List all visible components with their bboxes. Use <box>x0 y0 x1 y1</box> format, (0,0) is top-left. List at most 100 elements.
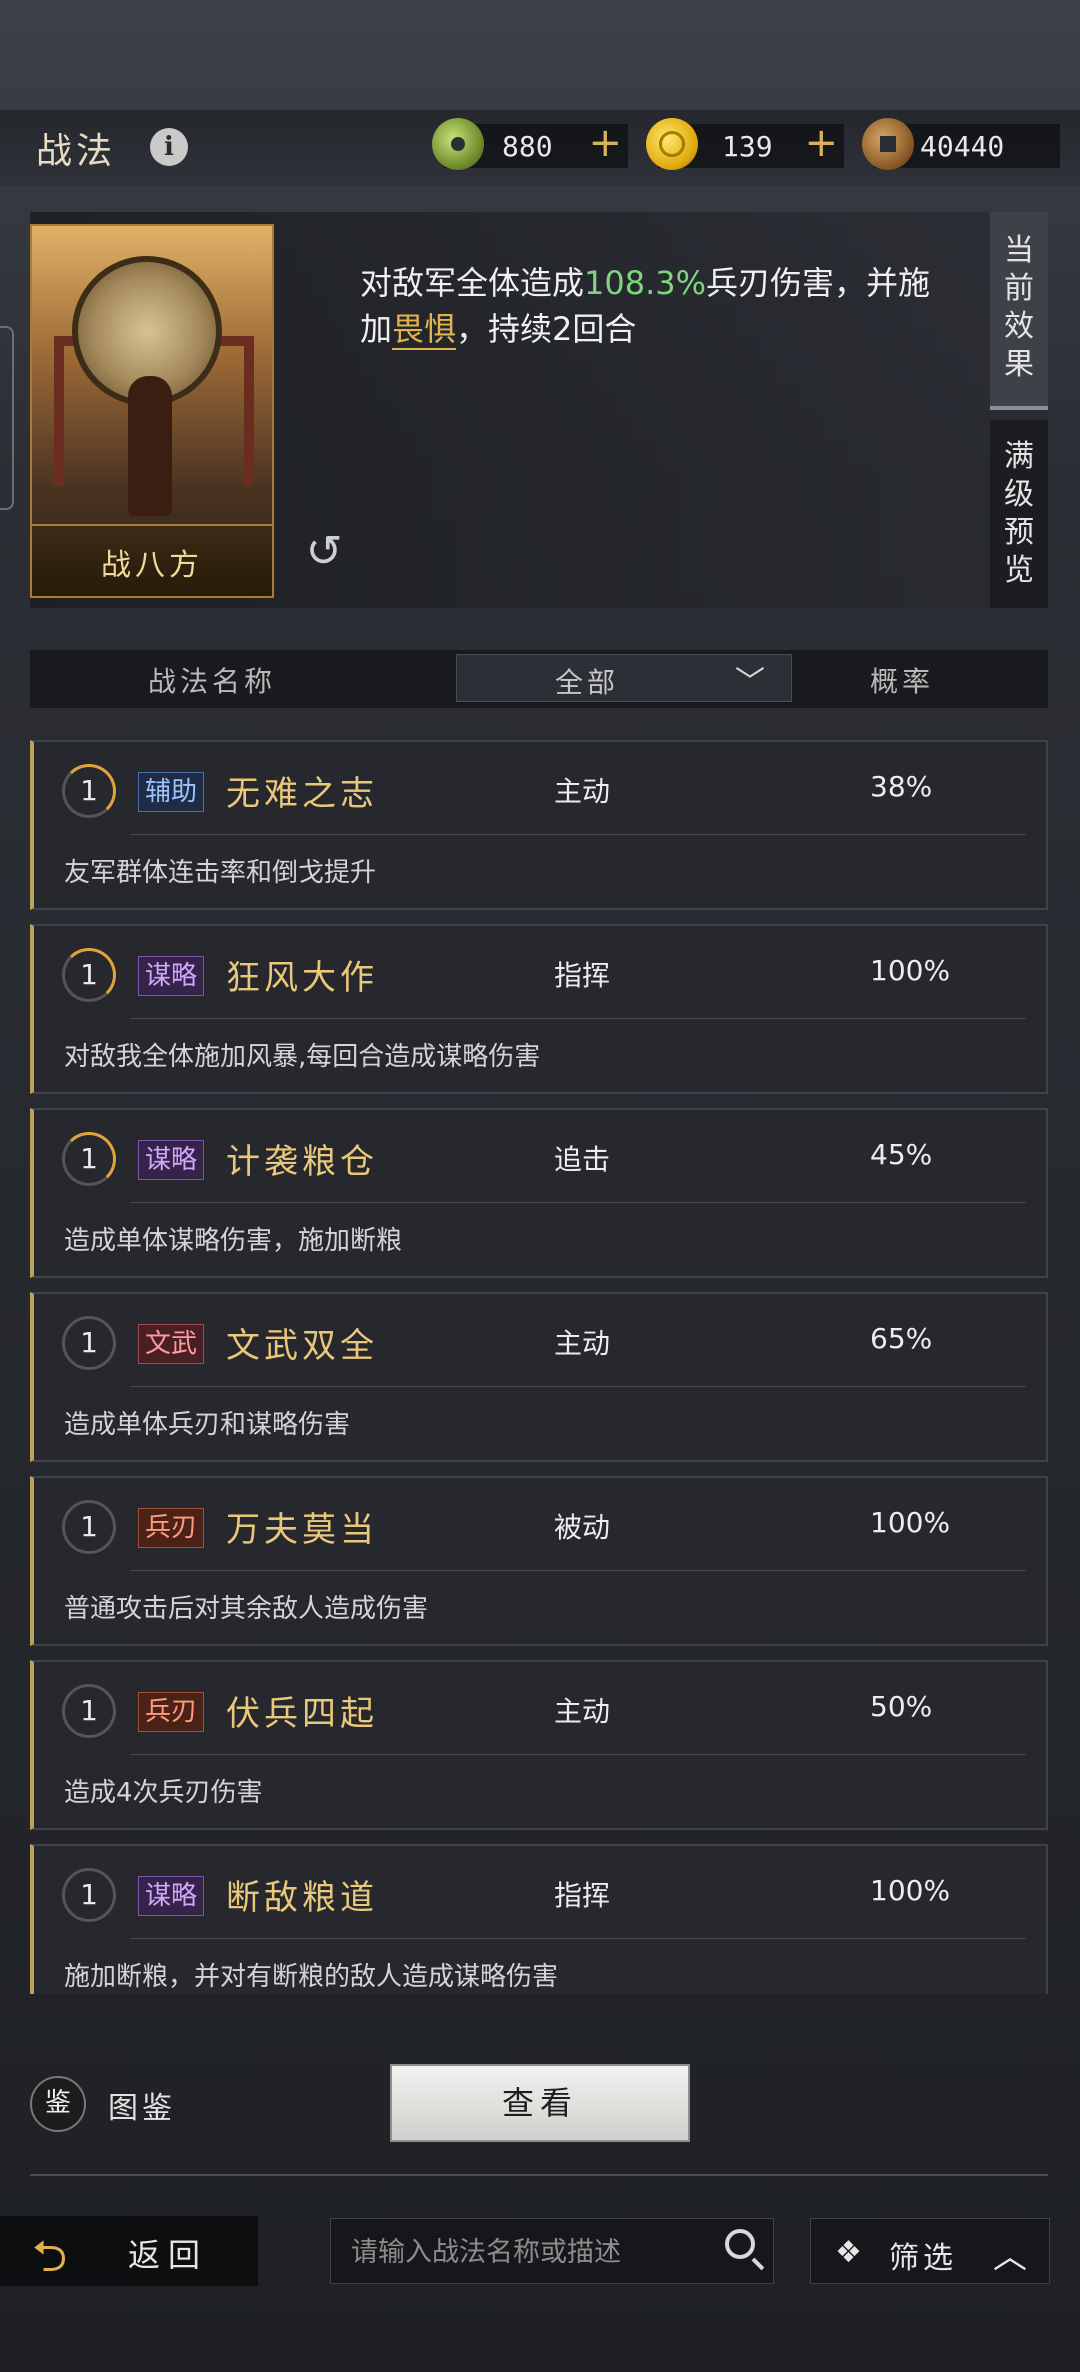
gold-coin-icon <box>646 118 698 170</box>
copper-amount: 40440 <box>920 130 1005 163</box>
skill-type: 主动 <box>554 1327 611 1360</box>
skill-name: 计袭粮仓 <box>226 1142 378 1182</box>
level-badge: 1 <box>62 948 116 1002</box>
effect-part: ，持续2回合 <box>456 310 637 348</box>
jade-coin-icon <box>432 118 484 170</box>
effect-text: 对敌军全体造成108.3%兵刃伤害，并施加畏惧，持续2回合 <box>360 260 960 352</box>
skill-list[interactable]: 1 辅助 无难之志 主动 38% 友军群体连击率和倒戈提升 1 谋略 狂风大作 … <box>30 740 1048 1994</box>
info-icon[interactable]: i <box>150 128 188 166</box>
skill-rate: 100% <box>870 1874 951 1907</box>
level-badge: 1 <box>62 1316 116 1370</box>
skill-name: 文武双全 <box>226 1326 378 1366</box>
skill-rate: 100% <box>870 954 951 987</box>
tab-current-effect[interactable]: 当前效果 <box>990 212 1048 410</box>
codex-label[interactable]: 图鉴 <box>108 2083 176 2127</box>
skill-description: 造成4次兵刃伤害 <box>64 1778 263 1808</box>
category-dropdown[interactable]: 全部 ﹀ <box>456 654 792 702</box>
side-handle[interactable] <box>0 326 14 510</box>
view-button[interactable]: 查看 <box>390 2064 690 2142</box>
dropdown-value: 全部 <box>554 666 619 699</box>
back-arrow-icon: ⮌ <box>32 2231 68 2282</box>
row-divider <box>130 1202 1026 1203</box>
chevron-up-icon: ︿ <box>993 2237 1027 2277</box>
skill-card[interactable]: 战八方 <box>30 224 274 598</box>
skill-name: 狂风大作 <box>226 958 378 998</box>
footer-divider <box>30 2174 1048 2176</box>
page-title: 战法 <box>36 131 117 172</box>
warrior-art <box>128 376 172 516</box>
skill-name: 万夫莫当 <box>226 1510 378 1550</box>
skill-row[interactable]: 1 兵刃 万夫莫当 被动 100% 普通攻击后对其余敌人造成伤害 <box>30 1476 1048 1646</box>
column-rate: 概率 <box>870 665 935 698</box>
gold-amount: 139 <box>722 130 773 163</box>
skill-row[interactable]: 1 辅助 无难之志 主动 38% 友军群体连击率和倒戈提升 <box>30 740 1048 910</box>
tab-max-preview[interactable]: 满级预览 <box>990 420 1048 608</box>
skill-description: 施加断粮，并对有断粮的敌人造成谋略伤害 <box>64 1962 559 1992</box>
skill-type: 追击 <box>554 1143 611 1176</box>
rotate-icon[interactable]: ↺ <box>300 528 348 576</box>
add-jade-button[interactable]: + <box>588 120 622 166</box>
codex-icon[interactable]: 鉴 <box>30 2076 86 2132</box>
skill-rate: 50% <box>870 1690 933 1723</box>
skill-description: 造成单体兵刃和谋略伤害 <box>64 1410 351 1440</box>
tab-label: 当前效果 <box>1004 233 1034 382</box>
row-divider <box>130 1754 1026 1755</box>
skill-tag: 兵刃 <box>138 1508 205 1548</box>
chevron-down-icon: ﹀ <box>735 665 765 700</box>
back-button[interactable]: ⮌ 返回 <box>0 2216 258 2286</box>
effect-part: 对敌军全体造成 <box>360 264 585 302</box>
tab-label: 满级预览 <box>1004 439 1034 588</box>
skill-rate: 38% <box>870 770 933 803</box>
search-icon[interactable] <box>725 2229 755 2259</box>
copper-coin-icon <box>862 118 914 170</box>
list-header: 战法名称 全部 ﹀ 概率 <box>30 650 1048 708</box>
level-badge: 1 <box>62 1132 116 1186</box>
level-badge: 1 <box>62 1500 116 1554</box>
skill-row[interactable]: 1 谋略 断敌粮道 指挥 100% 施加断粮，并对有断粮的敌人造成谋略伤害 <box>30 1844 1048 1994</box>
search-box[interactable] <box>330 2218 774 2284</box>
skill-type: 主动 <box>554 1695 611 1728</box>
add-gold-button[interactable]: + <box>804 120 838 166</box>
effect-percentage: 108.3% <box>584 264 707 302</box>
skill-type: 指挥 <box>554 959 611 992</box>
skill-tag: 兵刃 <box>138 1692 205 1732</box>
skill-type: 指挥 <box>554 1879 611 1912</box>
skill-tag: 谋略 <box>138 1140 205 1180</box>
level-badge: 1 <box>62 1868 116 1922</box>
skill-name: 伏兵四起 <box>226 1694 378 1734</box>
skill-description: 普通攻击后对其余敌人造成伤害 <box>64 1594 429 1624</box>
level-badge: 1 <box>62 764 116 818</box>
row-divider <box>130 1386 1026 1387</box>
skill-row[interactable]: 1 谋略 计袭粮仓 追击 45% 造成单体谋略伤害，施加断粮 <box>30 1108 1048 1278</box>
jade-amount: 880 <box>502 130 553 163</box>
skill-tag: 文武 <box>138 1324 205 1364</box>
row-divider <box>130 1570 1026 1571</box>
row-divider <box>130 1018 1026 1019</box>
filter-label: 筛选 <box>889 2241 957 2276</box>
skill-rate: 100% <box>870 1506 951 1539</box>
skill-row[interactable]: 1 兵刃 伏兵四起 主动 50% 造成4次兵刃伤害 <box>30 1660 1048 1830</box>
skill-rate: 45% <box>870 1138 933 1171</box>
skill-description: 对敌我全体施加风暴,每回合造成谋略伤害 <box>64 1042 541 1072</box>
skill-description: 造成单体谋略伤害，施加断粮 <box>64 1226 403 1256</box>
filter-button[interactable]: ❖ 筛选 ︿ <box>810 2218 1050 2284</box>
skill-tag: 辅助 <box>138 772 205 812</box>
row-divider <box>130 1938 1026 1939</box>
skill-tag: 谋略 <box>138 1876 205 1916</box>
skill-description: 友军群体连击率和倒戈提升 <box>64 858 377 888</box>
back-label: 返回 <box>128 2236 209 2274</box>
skill-type: 被动 <box>554 1511 611 1544</box>
search-input[interactable] <box>349 2227 693 2277</box>
level-badge: 1 <box>62 1684 116 1738</box>
skill-name: 无难之志 <box>226 774 378 814</box>
card-name: 战八方 <box>101 548 203 583</box>
column-skill-name: 战法名称 <box>148 665 277 698</box>
skill-tag: 谋略 <box>138 956 205 996</box>
skill-row[interactable]: 1 文武 文武双全 主动 65% 造成单体兵刃和谋略伤害 <box>30 1292 1048 1462</box>
skill-name: 断敌粮道 <box>226 1878 378 1918</box>
filter-diamond-icon: ❖ <box>835 2235 862 2270</box>
skill-type: 主动 <box>554 775 611 808</box>
row-divider <box>130 834 1026 835</box>
status-link[interactable]: 畏惧 <box>392 310 457 350</box>
skill-row[interactable]: 1 谋略 狂风大作 指挥 100% 对敌我全体施加风暴,每回合造成谋略伤害 <box>30 924 1048 1094</box>
